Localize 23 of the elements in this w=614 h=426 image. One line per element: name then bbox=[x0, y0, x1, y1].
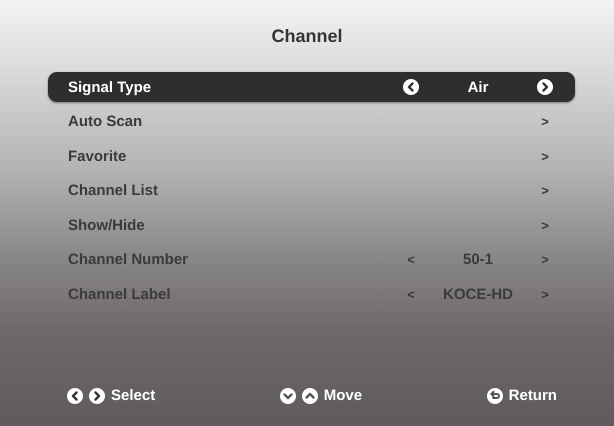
next-arrow: > bbox=[541, 286, 549, 302]
menu-item[interactable]: Show/Hide > bbox=[48, 210, 575, 240]
submenu-arrow: > bbox=[541, 183, 549, 198]
previous-arrow: < bbox=[407, 286, 415, 302]
hint-label: Return bbox=[508, 387, 557, 404]
next-arrow: > bbox=[541, 252, 549, 267]
option-value: KOCE-HD bbox=[443, 286, 513, 302]
hint-label: Move bbox=[324, 387, 362, 404]
hint-label: Select bbox=[111, 387, 156, 404]
option-value: 50-1 bbox=[462, 251, 494, 268]
menu-item[interactable]: Channel Number < 50-1 > bbox=[48, 244, 575, 274]
menu-title: Channel bbox=[270, 26, 344, 48]
option-value: Air bbox=[468, 78, 488, 96]
menu-item[interactable]: Favorite > bbox=[48, 141, 575, 171]
menu-item[interactable]: Signal Type Air bbox=[48, 72, 575, 102]
return-icon bbox=[486, 388, 503, 404]
submenu-arrow: > bbox=[541, 148, 549, 164]
menu-item[interactable]: Channel List > bbox=[48, 176, 575, 206]
submenu-arrow: > bbox=[541, 218, 549, 232]
previous-arrow: < bbox=[407, 252, 415, 267]
menu-item[interactable]: Channel Label < KOCE-HD > bbox=[48, 279, 575, 309]
menu-item[interactable]: Auto Scan > bbox=[48, 106, 575, 136]
submenu-arrow: > bbox=[541, 114, 549, 129]
